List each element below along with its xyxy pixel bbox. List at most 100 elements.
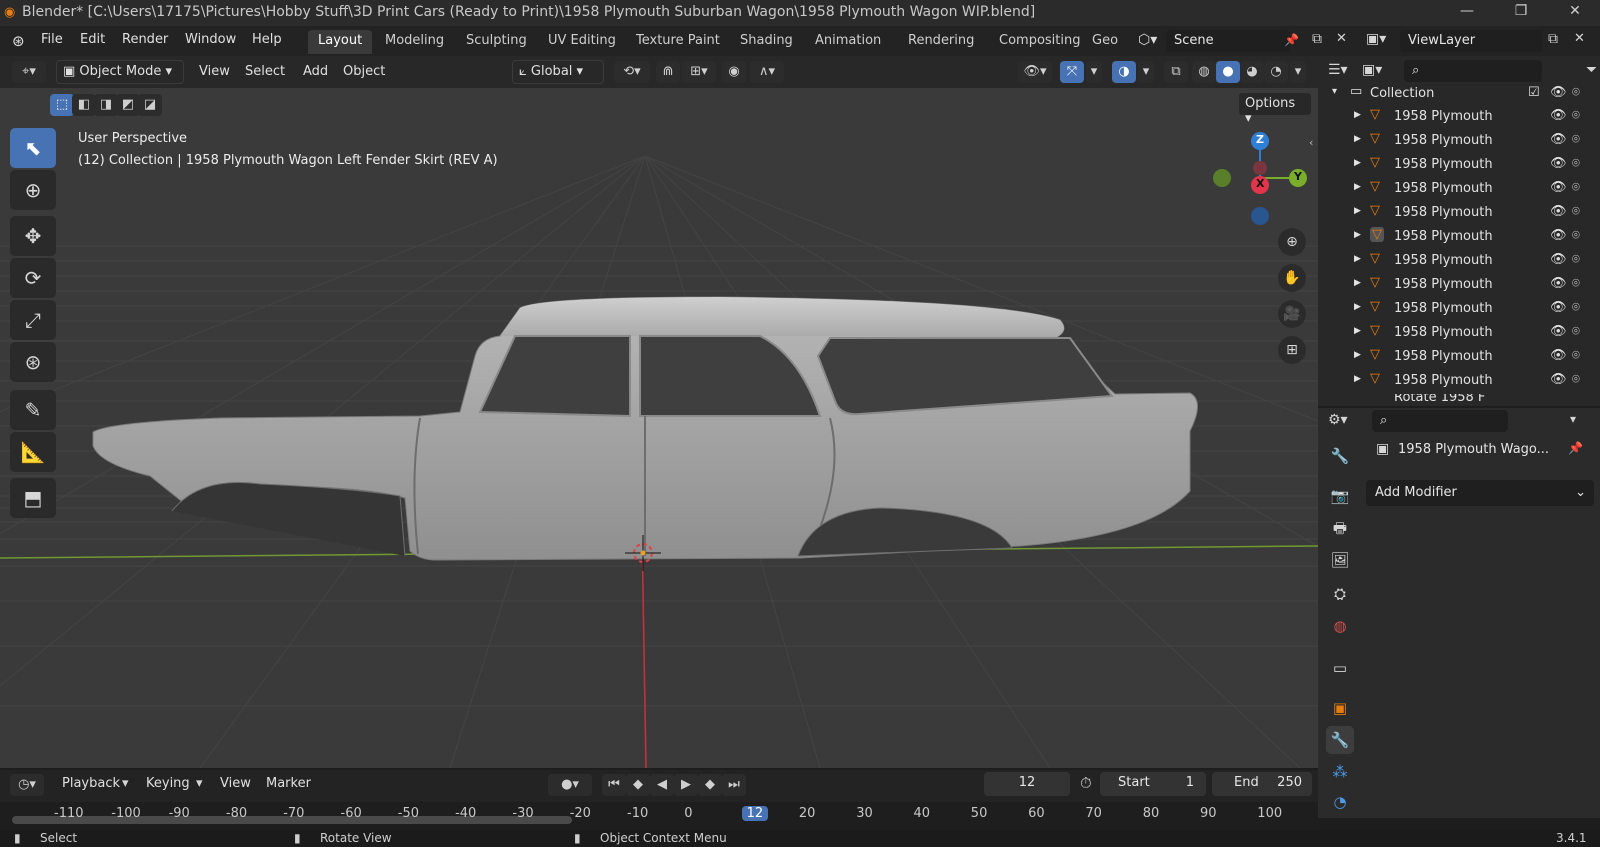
- menu-keying[interactable]: Keying: [146, 776, 190, 791]
- menu-file[interactable]: File: [41, 32, 63, 47]
- display-mode-icon[interactable]: ▣▾: [1362, 62, 1382, 78]
- rendered-shading-icon[interactable]: ◔: [1264, 61, 1288, 83]
- eye-icon[interactable]: 👁: [1550, 132, 1567, 147]
- snap-target-icon[interactable]: ⊞▾: [682, 61, 716, 83]
- maximize-button[interactable]: ❐: [1506, 3, 1536, 23]
- view-layer-icon[interactable]: ▣▾: [1366, 31, 1386, 47]
- rotate-tool-icon[interactable]: ⟳: [10, 258, 56, 298]
- expand-arrow-icon[interactable]: ▶: [1354, 374, 1361, 384]
- menu-view[interactable]: View: [199, 64, 230, 79]
- cursor-tool-icon[interactable]: ⊕: [10, 170, 56, 210]
- menu-window[interactable]: Window: [185, 32, 236, 47]
- expand-arrow-icon[interactable]: ▶: [1354, 158, 1361, 168]
- blender-menu-icon[interactable]: ⊛: [12, 32, 25, 50]
- outliner-item[interactable]: ▶ ▽ 1958 Plymouth 👁 ⌾: [1318, 178, 1600, 202]
- navigation-gizmo[interactable]: Z Y X: [1188, 128, 1308, 228]
- record-icon[interactable]: ●▾: [548, 774, 592, 796]
- tab-geo[interactable]: Geo: [1082, 30, 1128, 54]
- view-layer-tab-icon[interactable]: 🖼: [1326, 546, 1354, 574]
- tab-modeling[interactable]: Modeling: [375, 30, 454, 54]
- menu-select[interactable]: Select: [245, 64, 285, 79]
- prev-keyframe-icon[interactable]: ◆: [626, 774, 650, 796]
- eye-icon[interactable]: 👁: [1550, 108, 1567, 123]
- sidebar-toggle-icon[interactable]: ‹: [1309, 136, 1313, 149]
- tab-compositing[interactable]: Compositing: [989, 30, 1091, 54]
- expand-arrow-icon[interactable]: ▶: [1354, 254, 1361, 264]
- menu-add[interactable]: Add: [303, 64, 328, 79]
- solid-shading-icon[interactable]: ●: [1216, 61, 1240, 83]
- eye-icon[interactable]: 👁: [1550, 156, 1567, 171]
- camera-view-icon[interactable]: 🎥: [1278, 300, 1306, 328]
- camera-icon[interactable]: ⌾: [1572, 324, 1580, 339]
- camera-icon[interactable]: ⌾: [1572, 156, 1580, 171]
- add-cube-tool-icon[interactable]: ⬒: [10, 478, 56, 518]
- overlay-toggle-icon[interactable]: ◑: [1112, 61, 1136, 83]
- measure-tool-icon[interactable]: 📐: [10, 432, 56, 472]
- select-box-tool-icon[interactable]: ⬉: [10, 128, 56, 168]
- select-new-icon[interactable]: ⬚: [50, 94, 74, 116]
- tab-layout[interactable]: Layout: [308, 30, 373, 54]
- expand-arrow-icon[interactable]: ▶: [1354, 326, 1361, 336]
- add-modifier-dropdown[interactable]: Add Modifier ⌄: [1366, 480, 1594, 506]
- jump-end-icon[interactable]: ⏭: [722, 774, 746, 796]
- scene-tab-icon[interactable]: ⛭: [1326, 580, 1354, 608]
- properties-options-icon[interactable]: ▾: [1570, 412, 1576, 426]
- move-tool-icon[interactable]: ✥: [10, 216, 56, 256]
- frame-ruler[interactable]: -110 -100 -90 -80 -70 -60 -50 -40 -30 -20 -10 0 12 20…: [0, 802, 1318, 830]
- camera-icon[interactable]: ⌾: [1572, 276, 1580, 291]
- camera-icon[interactable]: ⌾: [1572, 228, 1580, 243]
- output-tab-icon[interactable]: 🖶: [1326, 514, 1354, 542]
- eye-icon[interactable]: 👁: [1550, 276, 1567, 291]
- menu-help[interactable]: Help: [252, 32, 282, 47]
- scene-field[interactable]: Scene: [1166, 30, 1290, 52]
- view-layer-field[interactable]: ViewLayer: [1400, 30, 1542, 52]
- stopwatch-icon[interactable]: ⏱: [1080, 774, 1092, 792]
- outliner-item[interactable]: ▶ ▽ 1958 Plymouth 👁 ⌾: [1318, 130, 1600, 154]
- camera-icon[interactable]: ⌾: [1572, 132, 1580, 147]
- outliner-item[interactable]: ▶ ▽ 1958 Plymouth 👁 ⌾: [1318, 322, 1600, 346]
- xray-toggle-icon[interactable]: ⧉: [1164, 61, 1188, 83]
- camera-icon[interactable]: ⌾: [1572, 180, 1580, 195]
- editor-type-icon[interactable]: ⌖▾: [12, 61, 46, 83]
- new-view-layer-icon[interactable]: ⧉: [1548, 31, 1558, 47]
- select-subtract-icon[interactable]: ◨: [94, 94, 118, 116]
- outliner-item-partial[interactable]: Rotate 1958 F: [1318, 394, 1600, 404]
- minimize-button[interactable]: —: [1452, 3, 1482, 23]
- checkbox-icon[interactable]: ☑: [1528, 85, 1540, 100]
- pan-hand-icon[interactable]: ✋: [1278, 264, 1306, 292]
- material-shading-icon[interactable]: ◕: [1240, 61, 1264, 83]
- shading-dropdown-icon[interactable]: ▾: [1290, 61, 1306, 83]
- select-intersect-icon[interactable]: ◪: [138, 94, 162, 116]
- zoom-icon[interactable]: ⊕: [1278, 228, 1306, 256]
- current-frame-field[interactable]: 12: [984, 772, 1070, 796]
- eye-icon[interactable]: 👁: [1550, 348, 1567, 363]
- camera-icon[interactable]: ⌾: [1572, 372, 1580, 387]
- menu-edit[interactable]: Edit: [80, 32, 105, 47]
- close-button[interactable]: ✕: [1560, 3, 1590, 23]
- tab-uv-editing[interactable]: UV Editing: [538, 30, 626, 54]
- transform-tool-icon[interactable]: ⊛: [10, 342, 56, 382]
- gizmo-toggle-icon[interactable]: ⤧: [1060, 61, 1084, 83]
- play-icon[interactable]: ▶: [674, 774, 698, 796]
- falloff-icon[interactable]: ∧▾: [750, 61, 784, 83]
- expand-arrow-icon[interactable]: ▶: [1354, 350, 1361, 360]
- expand-arrow-icon[interactable]: ▾: [1332, 86, 1337, 97]
- expand-arrow-icon[interactable]: ▶: [1354, 230, 1361, 240]
- eye-icon[interactable]: 👁: [1550, 372, 1567, 387]
- collection-tab-icon[interactable]: ▭: [1326, 654, 1354, 682]
- collection-row[interactable]: ▾ ▭ Collection ☑ 👁 ⌾: [1318, 83, 1600, 107]
- camera-icon[interactable]: ⌾: [1572, 85, 1580, 100]
- eye-icon[interactable]: 👁: [1550, 228, 1567, 243]
- end-frame-field[interactable]: End 250: [1212, 772, 1312, 796]
- annotate-tool-icon[interactable]: ✎: [10, 390, 56, 430]
- jump-start-icon[interactable]: ⏮: [602, 774, 626, 796]
- outliner-editor-icon[interactable]: ☰▾: [1328, 62, 1348, 78]
- tab-shading[interactable]: Shading: [730, 30, 803, 54]
- options-dropdown[interactable]: Options ▾: [1238, 92, 1312, 126]
- transform-orientation-dropdown[interactable]: ⟀ Global ▾: [512, 60, 604, 84]
- outliner-item[interactable]: ▶ ▽ 1958 Plymouth 👁 ⌾: [1318, 250, 1600, 274]
- scene-selector-icon[interactable]: ⬡▾: [1138, 32, 1157, 48]
- eye-icon[interactable]: 👁: [1550, 324, 1567, 339]
- tab-animation[interactable]: Animation: [805, 30, 891, 54]
- start-frame-field[interactable]: Start 1: [1100, 772, 1206, 796]
